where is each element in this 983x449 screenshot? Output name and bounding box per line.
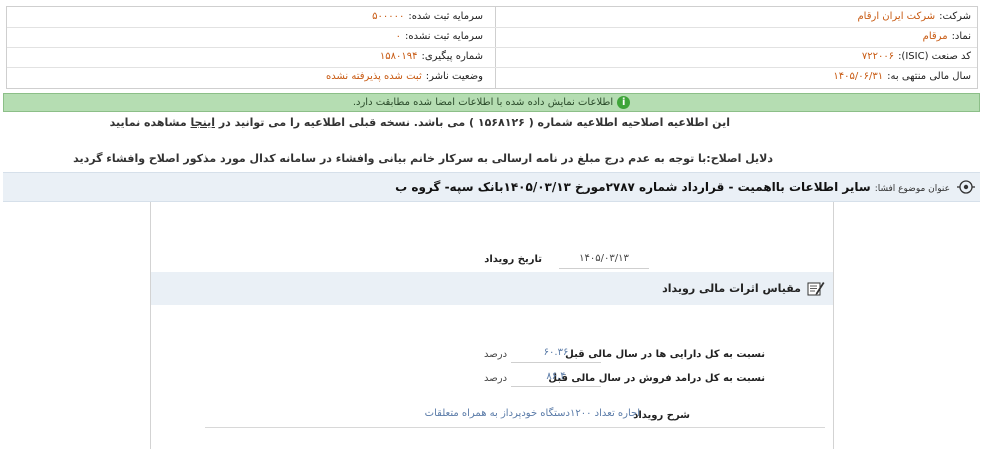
edit-note-icon [807,282,825,296]
info-row-company: شرکت:شرکت ایران ارقام سرمایه ثبت شده:۵۰۰… [7,7,977,28]
publisher-status-label: وضعیت ناشر: [425,71,483,82]
subject-label: عنوان موضوع افشا: [874,184,950,194]
tracking-label: شماره پیگیری: [421,51,483,62]
alert-text: اطلاعات نمایش داده شده با اطلاعات امضا ش… [352,97,614,108]
publisher-status-value: ثبت شده پذیرفته نشده [326,71,422,82]
fiscal-label: سال مالی منتهی به: [887,71,971,82]
correction-notice: این اطلاعیه اصلاحیه اطلاعیه شماره ( ۱۵۶۸… [110,116,730,129]
sales-ratio-unit: درصد [484,373,508,384]
info-row-isic: کد صنعت (ISIC):۷۲۲۰۰۶ شماره پیگیری:۱۵۸۰۱… [7,47,977,68]
subject-title: سایر اطلاعات بااهمیت - قرارداد شماره ۲۷۸… [395,180,871,194]
tracking-value: ۱۵۸۰۱۹۴ [379,51,418,62]
sales-ratio-value: ۸۶.۴ [511,368,601,387]
symbol-label: نماد: [951,31,971,42]
assets-ratio-value: ۶۰.۳۶ [511,344,601,363]
section-title: مقیاس اثرات مالی رویداد [662,282,801,295]
symbol-value: مرقام [922,31,948,42]
correction-reasons: دلایل اصلاح:با توجه به عدم درج مبلغ در ن… [73,152,773,165]
capital-registered-value: ۵۰۰۰۰۰ [372,11,405,22]
info-row-fiscal: سال مالی منتهی به:۱۴۰۵/۰۶/۳۱ وضعیت ناشر:… [7,67,977,88]
event-date-value: ۱۴۰۵/۰۳/۱۳ [559,250,649,269]
info-row-symbol: نماد:مرقام سرمایه ثبت نشده:۰ [7,27,977,48]
subject-bar: عنوان موضوع افشا:سایر اطلاعات بااهمیت - … [3,172,980,202]
notice-suffix: مشاهده نمایید [109,116,187,129]
event-description-label: شرح رویداد [633,410,690,421]
company-value: شرکت ایران ارقام [857,11,936,22]
company-info-table: شرکت:شرکت ایران ارقام سرمایه ثبت شده:۵۰۰… [6,6,978,89]
description-underline [205,427,825,428]
capital-unregistered-label: سرمایه ثبت نشده: [405,31,483,42]
fiscal-value: ۱۴۰۵/۰۶/۳۱ [833,71,884,82]
company-label: شرکت: [939,11,971,22]
notice-prefix: این اطلاعیه اصلاحیه اطلاعیه شماره ( ۱۵۶۸… [218,116,730,129]
verification-alert: iاطلاعات نمایش داده شده با اطلاعات امضا … [3,93,980,112]
event-description-value: اجاره تعداد ۱۲۰۰دستگاه خودپرداز به همراه… [424,408,640,419]
capital-unregistered-value: ۰ [395,31,402,42]
previous-version-link[interactable]: اینجا [191,116,215,129]
info-icon: i [617,95,631,109]
capital-registered-label: سرمایه ثبت شده: [408,11,483,22]
isic-value: ۷۲۲۰۰۶ [861,51,895,62]
event-panel: تاریخ رویداد ۱۴۰۵/۰۳/۱۳ مقیاس اثرات مالی… [150,202,834,449]
isic-label: کد صنعت (ISIC): [898,51,971,62]
event-date-label: تاریخ رویداد [484,254,542,265]
target-icon [957,180,975,194]
assets-ratio-unit: درصد [484,349,508,360]
financial-effects-section-header: مقیاس اثرات مالی رویداد [151,272,833,305]
